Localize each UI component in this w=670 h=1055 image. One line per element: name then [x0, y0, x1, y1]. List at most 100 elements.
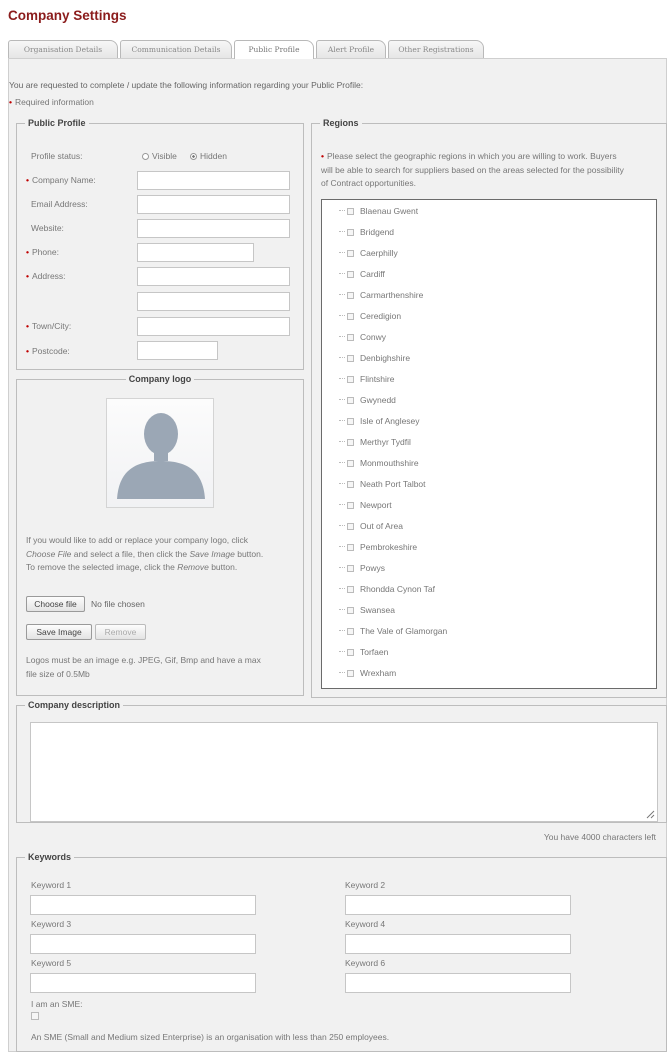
checkbox[interactable] — [347, 397, 354, 404]
address-input-2[interactable] — [137, 292, 290, 311]
region-label: Merthyr Tydfil — [360, 437, 411, 447]
logo-instructions-line2-post: button. — [234, 548, 264, 559]
checkbox[interactable] — [347, 460, 354, 467]
company-logo-legend: Company logo — [128, 374, 192, 384]
logo-note-line1: Logos must be an image e.g. JPEG, Gif, B… — [26, 655, 261, 665]
region-carmarthenshire[interactable]: Carmarthenshire — [339, 288, 423, 302]
address-label-text: Address: — [31, 271, 66, 281]
region-label: Torfaen — [360, 647, 389, 657]
region-label: The Vale of Glamorgan — [360, 626, 448, 636]
logo-instructions-line3-post: button. — [208, 562, 238, 572]
website-input[interactable] — [137, 219, 290, 238]
company-name-input[interactable] — [137, 171, 290, 190]
checkbox[interactable] — [347, 523, 354, 530]
region-label: Caerphilly — [360, 248, 398, 258]
region-label: Ceredigion — [360, 311, 402, 321]
tab-organisation-details[interactable]: Organisation Details — [8, 40, 118, 58]
region-label: Isle of Anglesey — [360, 416, 420, 426]
region-gwynedd[interactable]: Gwynedd — [339, 393, 396, 407]
checkbox[interactable] — [347, 628, 354, 635]
checkbox[interactable] — [347, 607, 354, 614]
checkbox[interactable] — [347, 670, 354, 677]
region-blaenau-gwent[interactable]: Blaenau Gwent — [339, 204, 418, 218]
region-denbighshire[interactable]: Denbighshire — [339, 351, 410, 365]
radio-hidden[interactable] — [190, 153, 197, 160]
region-ceredigion[interactable]: Ceredigion — [339, 309, 401, 323]
checkbox[interactable] — [347, 271, 354, 278]
checkbox[interactable] — [347, 544, 354, 551]
region-vale-of-glamorgan[interactable]: The Vale of Glamorgan — [339, 624, 447, 638]
checkbox[interactable] — [347, 292, 354, 299]
region-neath-port-talbot[interactable]: Neath Port Talbot — [339, 477, 426, 491]
keyword-5-input[interactable] — [30, 973, 256, 993]
region-pembrokeshire[interactable]: Pembrokeshire — [339, 540, 417, 554]
checkbox[interactable] — [347, 208, 354, 215]
checkbox[interactable] — [347, 250, 354, 257]
checkbox[interactable] — [347, 649, 354, 656]
profile-status-visible[interactable]: Visible — [142, 151, 177, 161]
email-input[interactable] — [137, 195, 290, 214]
logo-placeholder — [106, 398, 214, 508]
checkbox[interactable] — [347, 313, 354, 320]
remove-button[interactable]: Remove — [95, 624, 146, 640]
town-input[interactable] — [137, 317, 290, 336]
checkbox[interactable] — [347, 418, 354, 425]
checkbox[interactable] — [347, 334, 354, 341]
logo-instructions-line2: Choose File and select a file, then clic… — [26, 548, 296, 562]
address-input-1[interactable] — [137, 267, 290, 286]
tab-alert-profile[interactable]: Alert Profile — [316, 40, 386, 58]
tab-communication-details[interactable]: Communication Details — [120, 40, 232, 58]
region-label: Blaenau Gwent — [360, 206, 419, 216]
checkbox[interactable] — [347, 376, 354, 383]
postcode-input[interactable] — [137, 341, 218, 360]
logo-instructions-line2-mid: and select a file, then click the — [71, 548, 190, 559]
tab-other-registrations[interactable]: Other Registrations — [388, 40, 484, 58]
checkbox[interactable] — [347, 355, 354, 362]
logo-instructions: If you would like to add or replace your… — [26, 534, 296, 575]
region-out-of-area[interactable]: Out of Area — [339, 519, 403, 533]
hidden-label: Hidden — [200, 151, 227, 161]
avatar-icon — [117, 413, 205, 499]
phone-input[interactable] — [137, 243, 254, 262]
keyword-4-input[interactable] — [345, 934, 571, 954]
save-image-button[interactable]: Save Image — [26, 624, 92, 640]
region-newport[interactable]: Newport — [339, 498, 392, 512]
region-merthyr-tydfil[interactable]: Merthyr Tydfil — [339, 435, 411, 449]
region-conwy[interactable]: Conwy — [339, 330, 386, 344]
radio-visible[interactable] — [142, 153, 149, 160]
region-powys[interactable]: Powys — [339, 561, 385, 575]
region-isle-of-anglesey[interactable]: Isle of Anglesey — [339, 414, 420, 428]
regions-legend: Regions — [323, 118, 359, 128]
keyword-6-input[interactable] — [345, 973, 571, 993]
resize-grip-icon[interactable] — [645, 809, 655, 819]
checkbox[interactable] — [347, 229, 354, 236]
region-rhondda-cynon-taf[interactable]: Rhondda Cynon Taf — [339, 582, 435, 596]
region-caerphilly[interactable]: Caerphilly — [339, 246, 398, 260]
region-torfaen[interactable]: Torfaen — [339, 645, 388, 659]
checkbox[interactable] — [347, 502, 354, 509]
checkbox[interactable] — [347, 565, 354, 572]
region-wrexham[interactable]: Wrexham — [339, 666, 396, 680]
region-cardiff[interactable]: Cardiff — [339, 267, 385, 281]
characters-left: You have 4000 characters left — [543, 832, 656, 842]
region-label: Bridgend — [360, 227, 395, 237]
region-monmouthshire[interactable]: Monmouthshire — [339, 456, 419, 470]
keyword-2-label: Keyword 2 — [345, 880, 386, 890]
keyword-1-input[interactable] — [30, 895, 256, 915]
checkbox[interactable] — [347, 439, 354, 446]
keyword-2-input[interactable] — [345, 895, 571, 915]
checkbox[interactable] — [347, 586, 354, 593]
region-flintshire[interactable]: Flintshire — [339, 372, 394, 386]
checkbox[interactable] — [347, 481, 354, 488]
choose-file-button[interactable]: Choose file — [26, 596, 85, 612]
logo-instructions-line3: To remove the selected image, click the … — [26, 561, 296, 575]
region-bridgend[interactable]: Bridgend — [339, 225, 394, 239]
company-description-textarea[interactable] — [30, 722, 658, 822]
profile-status-hidden[interactable]: Hidden — [190, 151, 227, 161]
choose-file-ref: Choose File — [26, 548, 72, 559]
region-label: Wrexham — [360, 668, 397, 678]
keyword-3-input[interactable] — [30, 934, 256, 954]
sme-checkbox[interactable] — [31, 1012, 39, 1020]
tab-public-profile[interactable]: Public Profile — [234, 40, 314, 59]
region-swansea[interactable]: Swansea — [339, 603, 395, 617]
